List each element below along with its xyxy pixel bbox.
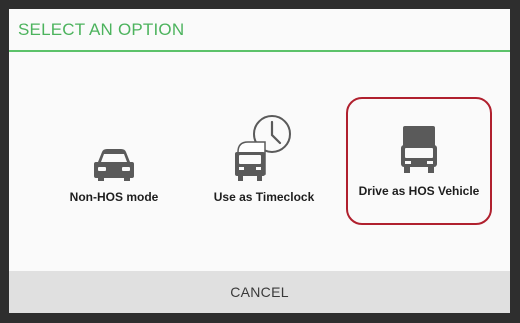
dialog-title: SELECT AN OPTION — [18, 19, 185, 39]
window-frame: SELECT AN OPTION Non-HOS mode Use as Tim… — [0, 0, 520, 323]
use-as-timeclock-option[interactable]: Use as Timeclock — [189, 102, 339, 226]
drive-as-hos-vehicle-option[interactable]: Drive as HOS Vehicle — [346, 97, 492, 225]
cancel-button[interactable]: CANCEL — [9, 271, 510, 313]
dialog-header: SELECT AN OPTION — [9, 9, 510, 52]
non-hos-mode-option[interactable]: Non-HOS mode — [39, 102, 189, 226]
car-icon — [39, 102, 189, 182]
truck-icon — [348, 99, 490, 173]
cancel-label: CANCEL — [230, 284, 289, 300]
option-label: Use as Timeclock — [213, 190, 315, 204]
select-option-dialog: SELECT AN OPTION Non-HOS mode Use as Tim… — [9, 9, 510, 313]
truck-clock-icon — [189, 102, 339, 182]
options-area: Non-HOS mode Use as Timeclock Drive as H… — [9, 52, 510, 267]
option-label: Drive as HOS Vehicle — [358, 184, 480, 198]
option-label: Non-HOS mode — [69, 190, 159, 204]
